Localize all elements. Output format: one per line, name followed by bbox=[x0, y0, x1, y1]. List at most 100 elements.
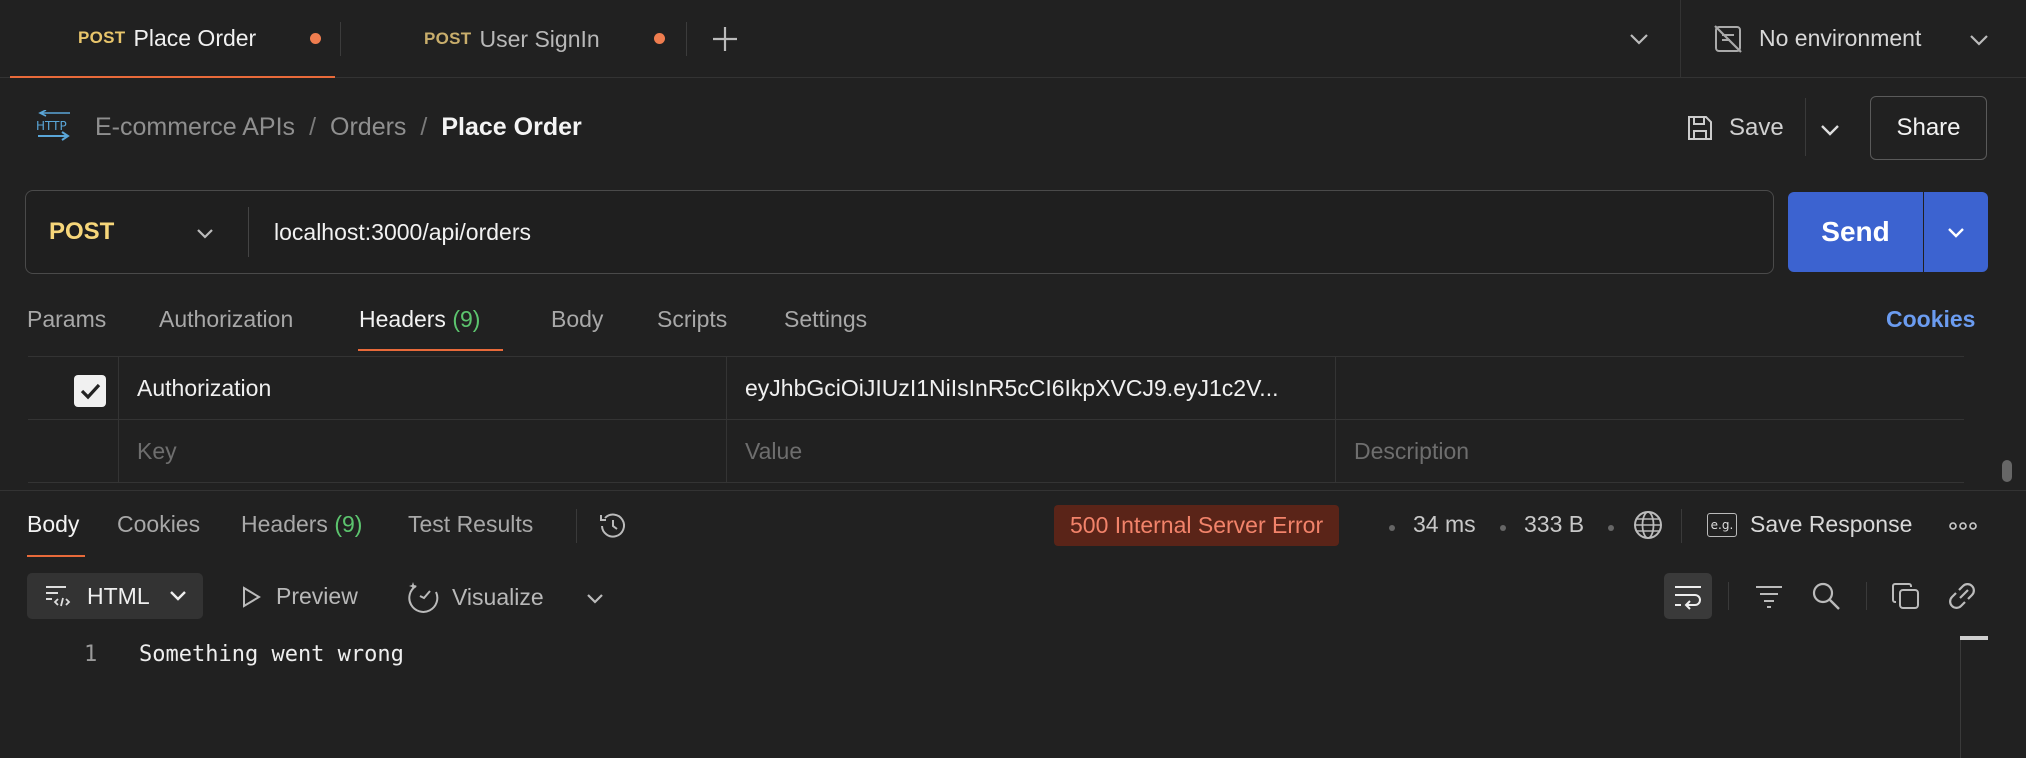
breadcrumb: E-commerce APIs / Orders / Place Order bbox=[95, 113, 582, 142]
status-badge[interactable]: 500 Internal Server Error bbox=[1054, 505, 1340, 546]
chevron-down-icon bbox=[167, 585, 189, 607]
row-enabled-checkbox[interactable] bbox=[74, 375, 106, 407]
request-tab-user-signin[interactable]: POST User SignIn bbox=[340, 0, 680, 78]
table-row: Authorization eyJhbGciOiJIUzI1NiIsInR5cC… bbox=[28, 357, 1964, 420]
tab-headers[interactable]: Headers (9) bbox=[359, 306, 480, 333]
breadcrumb-current-request[interactable]: Place Order bbox=[441, 113, 581, 142]
response-time[interactable]: 34 ms bbox=[1413, 511, 1476, 538]
response-divider bbox=[576, 509, 577, 543]
response-divider bbox=[1681, 509, 1682, 543]
send-button[interactable]: Send bbox=[1788, 192, 1923, 272]
environment-selector[interactable]: No environment bbox=[1680, 0, 2026, 78]
http-request-icon: HTTP bbox=[34, 110, 74, 146]
visualize-sparkle-icon bbox=[408, 580, 442, 614]
tab-method-badge: POST bbox=[424, 29, 472, 48]
example-icon: e.g. bbox=[1707, 513, 1737, 537]
row-checkbox-cell bbox=[28, 357, 118, 420]
response-tab-cookies[interactable]: Cookies bbox=[117, 511, 200, 538]
response-tab-body[interactable]: Body bbox=[27, 511, 79, 538]
meta-separator-dot bbox=[1389, 525, 1395, 531]
cookies-link[interactable]: Cookies bbox=[1886, 306, 1975, 333]
headers-table: Authorization eyJhbGciOiJIUzI1NiIsInR5cC… bbox=[28, 356, 1964, 490]
response-headers-label: Headers bbox=[241, 511, 328, 537]
tab-headers-label: Headers bbox=[359, 306, 446, 332]
save-response-button[interactable]: Save Response bbox=[1750, 511, 1912, 538]
body-format-select[interactable]: HTML bbox=[27, 573, 203, 619]
tab-body[interactable]: Body bbox=[551, 306, 603, 333]
preview-button[interactable]: Preview bbox=[238, 583, 358, 610]
save-options-chevron-icon[interactable] bbox=[1818, 118, 1842, 142]
tab-settings[interactable]: Settings bbox=[784, 306, 867, 333]
format-label: HTML bbox=[87, 583, 150, 609]
toolbar-divider bbox=[1866, 582, 1867, 610]
http-icon-text: HTTP bbox=[36, 119, 67, 133]
response-tab-headers[interactable]: Headers (9) bbox=[241, 511, 362, 538]
unsaved-indicator-dot bbox=[310, 33, 321, 44]
breadcrumb-separator: / bbox=[309, 113, 317, 141]
visualize-label: Visualize bbox=[452, 583, 544, 610]
response-headers-count: (9) bbox=[334, 511, 363, 537]
url-divider bbox=[248, 207, 249, 257]
environment-label: No environment bbox=[1759, 25, 1922, 51]
chevron-down-icon[interactable] bbox=[194, 223, 216, 245]
more-options-icon[interactable] bbox=[1948, 521, 1978, 531]
tab-title: User SignIn bbox=[479, 25, 600, 52]
request-tab-strip: POST Place Order POST User SignIn No env… bbox=[0, 0, 2026, 78]
copy-icon[interactable] bbox=[1890, 580, 1922, 612]
unsaved-indicator-dot bbox=[654, 33, 665, 44]
request-tab-place-order[interactable]: POST Place Order bbox=[10, 0, 335, 78]
header-description-cell[interactable] bbox=[1335, 357, 1963, 420]
value-placeholder[interactable]: Value bbox=[726, 420, 1335, 483]
wrap-lines-icon bbox=[1672, 582, 1704, 610]
save-disk-icon bbox=[1685, 113, 1715, 143]
key-placeholder[interactable]: Key bbox=[118, 420, 726, 483]
new-tab-plus-icon[interactable] bbox=[708, 22, 742, 56]
header-key-cell[interactable]: Authorization bbox=[118, 357, 726, 420]
body-scrollbar-track bbox=[1960, 636, 1961, 758]
visualize-options-chevron-icon[interactable] bbox=[584, 588, 606, 610]
preview-label: Preview bbox=[276, 583, 358, 609]
code-format-icon bbox=[44, 583, 74, 609]
search-icon[interactable] bbox=[1810, 580, 1842, 612]
no-environment-icon bbox=[1712, 23, 1744, 55]
headers-scrollbar[interactable] bbox=[2002, 460, 2012, 482]
history-icon[interactable] bbox=[596, 509, 630, 543]
tab-method-badge: POST bbox=[78, 28, 126, 47]
http-method-select[interactable]: POST bbox=[49, 218, 114, 246]
tab-title: Place Order bbox=[133, 24, 257, 51]
body-scrollbar-thumb[interactable] bbox=[1960, 636, 1988, 640]
tab-scripts[interactable]: Scripts bbox=[657, 306, 727, 333]
play-icon bbox=[238, 584, 264, 610]
save-button[interactable]: Save bbox=[1685, 106, 1784, 150]
table-row-placeholder: Key Value Description bbox=[28, 420, 1964, 483]
headers-count: (9) bbox=[452, 306, 481, 332]
send-options-chevron-icon[interactable] bbox=[1924, 192, 1988, 272]
response-tab-test-results[interactable]: Test Results bbox=[408, 511, 533, 538]
save-divider bbox=[1805, 98, 1806, 156]
link-icon[interactable] bbox=[1946, 580, 1978, 612]
tab-params[interactable]: Params bbox=[27, 306, 106, 333]
tabs-dropdown-chevron-icon[interactable] bbox=[1626, 26, 1652, 52]
line-number: 1 bbox=[84, 642, 98, 667]
chevron-down-icon bbox=[1966, 27, 1992, 53]
save-label: Save bbox=[1729, 114, 1784, 141]
breadcrumb-folder-link[interactable]: Orders bbox=[330, 113, 406, 142]
response-size[interactable]: 333 B bbox=[1524, 511, 1584, 538]
active-tab-indicator bbox=[358, 349, 503, 351]
url-bar: POST bbox=[25, 190, 1774, 274]
row-checkbox-cell bbox=[28, 420, 118, 483]
header-value-cell[interactable]: eyJhbGciOiJIUzI1NiIsInR5cCI6IkpXVCJ9.eyJ… bbox=[726, 357, 1335, 420]
description-placeholder[interactable]: Description bbox=[1335, 420, 1963, 483]
globe-network-icon[interactable] bbox=[1632, 509, 1664, 541]
wrap-lines-toggle[interactable] bbox=[1664, 573, 1712, 619]
url-input[interactable] bbox=[274, 211, 1734, 253]
active-tab-indicator bbox=[27, 555, 85, 557]
share-button[interactable]: Share bbox=[1870, 96, 1987, 160]
visualize-button[interactable]: Visualize bbox=[408, 580, 544, 614]
breadcrumb-collection-link[interactable]: E-commerce APIs bbox=[95, 113, 295, 142]
meta-separator-dot bbox=[1608, 525, 1614, 531]
filter-icon[interactable] bbox=[1753, 580, 1785, 612]
meta-separator-dot bbox=[1500, 525, 1506, 531]
tab-authorization[interactable]: Authorization bbox=[159, 306, 293, 333]
tab-divider bbox=[686, 22, 687, 56]
